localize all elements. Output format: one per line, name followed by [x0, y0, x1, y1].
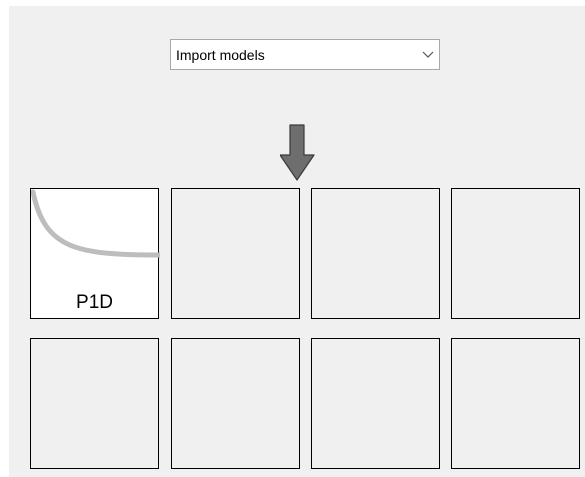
- model-slot-1[interactable]: P1D: [30, 188, 160, 319]
- import-models-dropdown[interactable]: Import models: [170, 39, 440, 70]
- model-slot-label: P1D: [76, 292, 113, 313]
- model-slot-7[interactable]: [311, 338, 440, 469]
- model-slot-8[interactable]: [451, 338, 580, 469]
- model-slot-6[interactable]: [171, 338, 300, 469]
- model-slot-2[interactable]: [171, 188, 300, 319]
- model-slot-4[interactable]: [451, 188, 580, 319]
- model-slot-5[interactable]: [30, 338, 159, 469]
- dropdown-selected-value: Import models: [176, 46, 265, 63]
- model-slot-3[interactable]: [311, 188, 440, 319]
- chevron-down-icon[interactable]: [417, 40, 439, 69]
- arrow-down-icon: [279, 123, 316, 188]
